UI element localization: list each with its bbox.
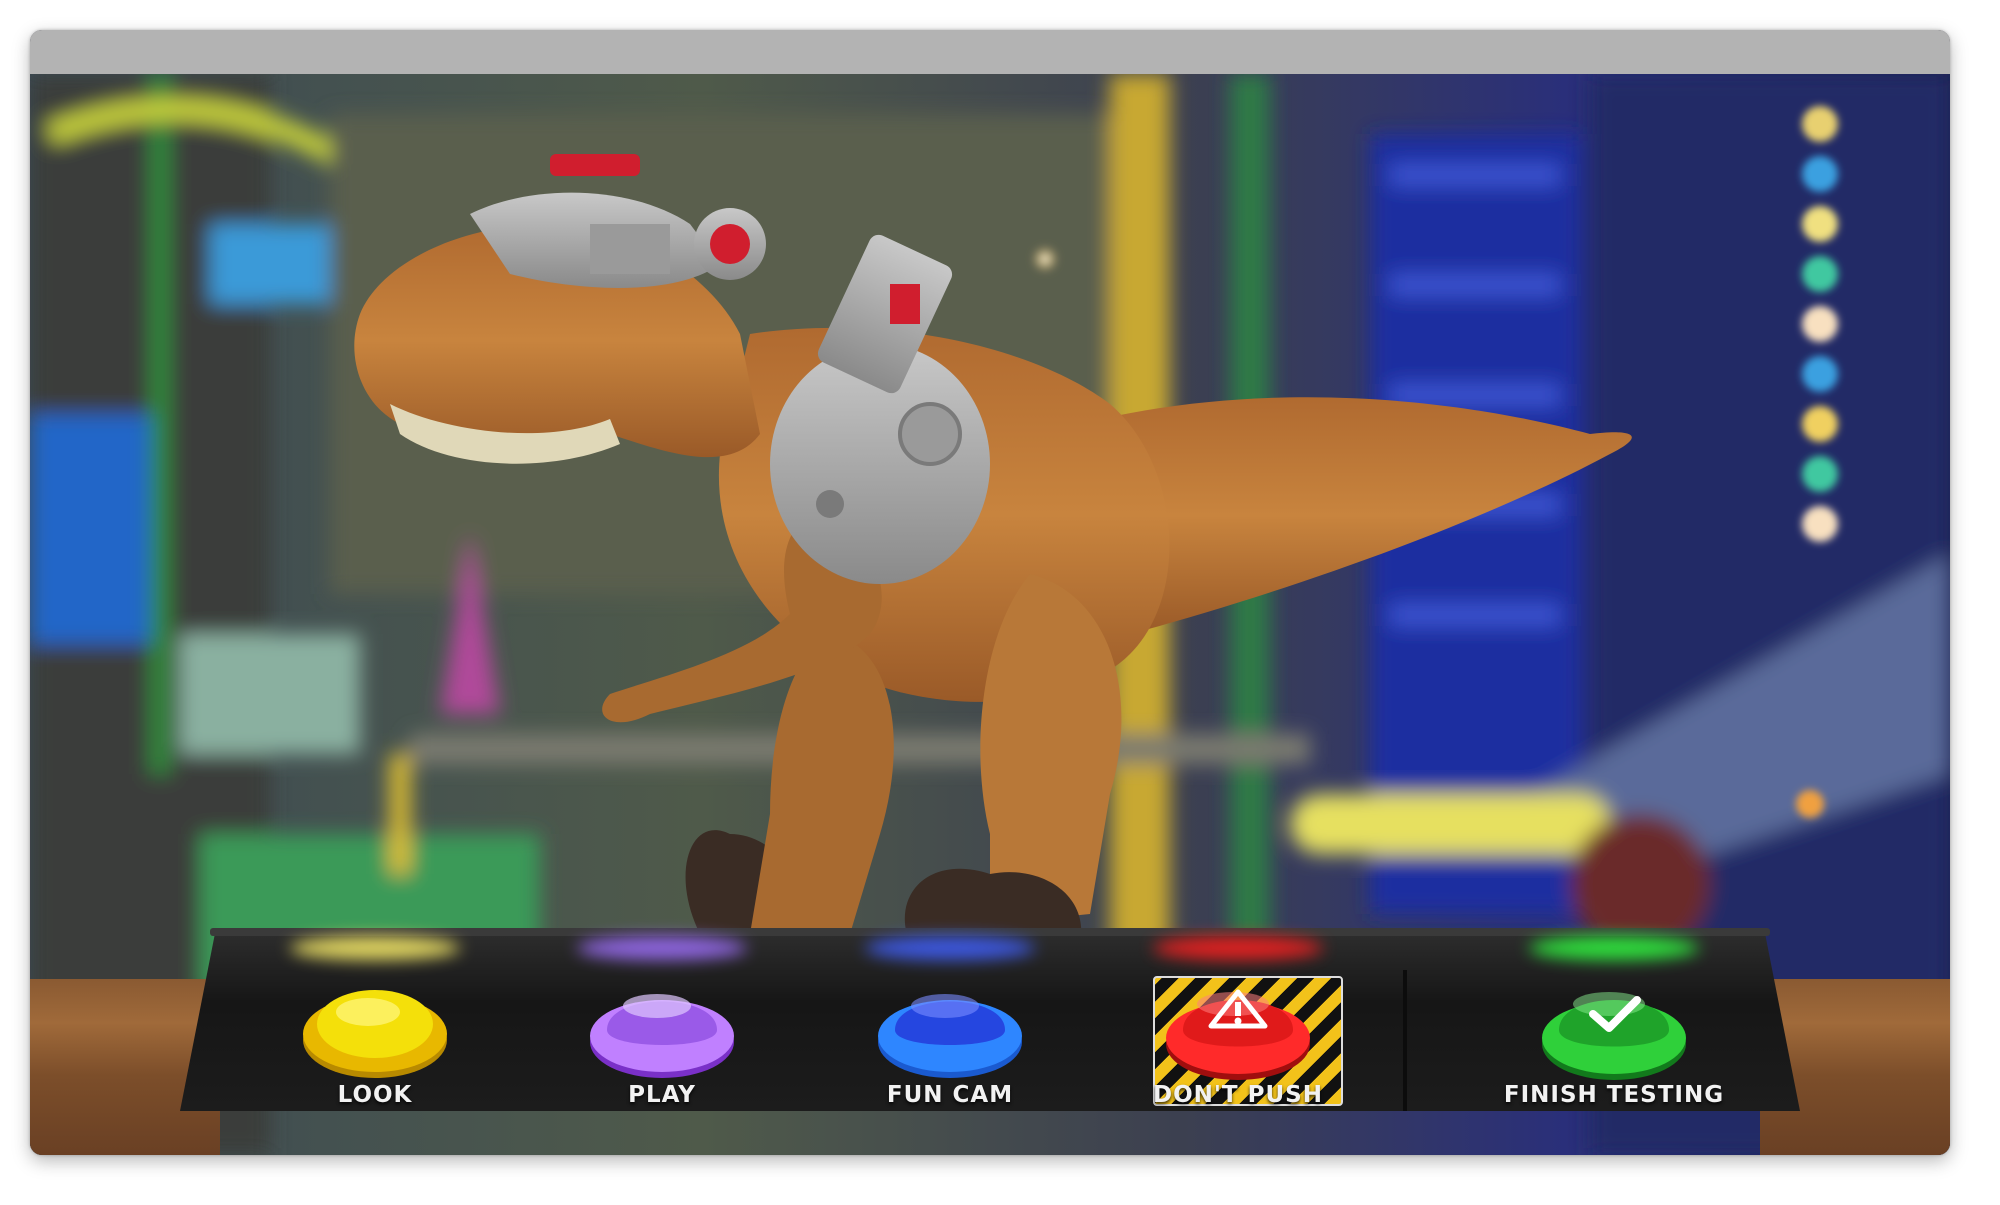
finish-testing-label: FINISH TESTING <box>1503 1082 1725 1108</box>
play-button-icon <box>590 994 734 1078</box>
look-label: LOOK <box>337 1082 413 1108</box>
console-rim <box>210 928 1770 936</box>
finish-testing-button[interactable]: FINISH TESTING <box>1464 936 1764 1110</box>
look-button-icon <box>303 990 447 1078</box>
finish-testing-button-icon <box>1542 992 1686 1080</box>
play-label: PLAY <box>628 1082 696 1108</box>
dont-push-glow <box>1153 936 1323 960</box>
look-button[interactable]: LOOK <box>255 936 495 1110</box>
finish-testing-glow <box>1529 936 1699 960</box>
fun-cam-button[interactable]: FUN CAM <box>830 936 1070 1110</box>
fun-cam-label: FUN CAM <box>886 1082 1014 1108</box>
dont-push-label: DON'T PUSH <box>1153 1082 1323 1108</box>
play-glow <box>577 936 747 960</box>
dont-push-button-icon <box>1166 989 1310 1080</box>
fun-cam-button-icon <box>878 994 1022 1078</box>
fun-cam-glow <box>865 936 1035 960</box>
dont-push-button[interactable]: DON'T PUSH <box>1118 936 1358 1110</box>
app-window: LOOK PLAY FUN CAM DON'T PUSH FINISH TEST… <box>30 30 1950 1155</box>
play-button[interactable]: PLAY <box>542 936 782 1110</box>
title-bar <box>30 30 1950 74</box>
console-divider <box>1403 970 1407 1111</box>
look-glow <box>290 936 460 960</box>
